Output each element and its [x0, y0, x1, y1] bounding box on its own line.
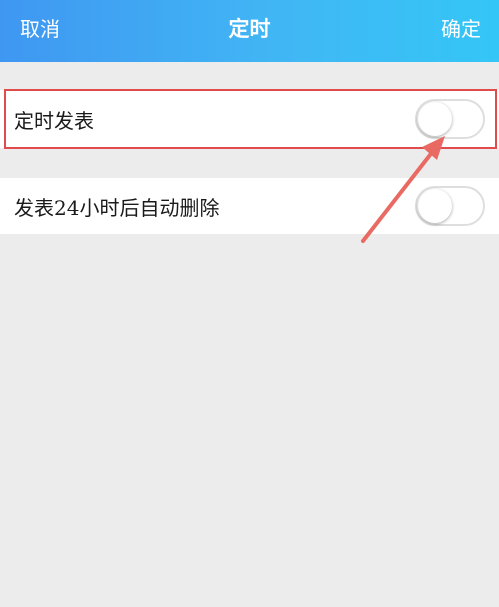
setting-label-scheduled-post: 定时发表 [14, 108, 94, 133]
nav-bar: 取消 定时 确定 [0, 0, 499, 62]
setting-row-scheduled-post: 定时发表 [0, 90, 499, 148]
screen: 取消 定时 确定 定时发表 发表24小时后自动删除 [0, 0, 499, 607]
page-title: 定时 [228, 17, 271, 41]
auto-delete-toggle[interactable] [415, 186, 485, 226]
toggle-knob [418, 189, 452, 223]
confirm-button[interactable]: 确定 [441, 0, 481, 58]
setting-label-auto-delete: 发表24小时后自动删除 [14, 195, 220, 220]
scheduled-post-toggle[interactable] [415, 99, 485, 139]
toggle-knob [418, 102, 452, 136]
setting-row-auto-delete: 发表24小时后自动删除 [0, 178, 499, 234]
